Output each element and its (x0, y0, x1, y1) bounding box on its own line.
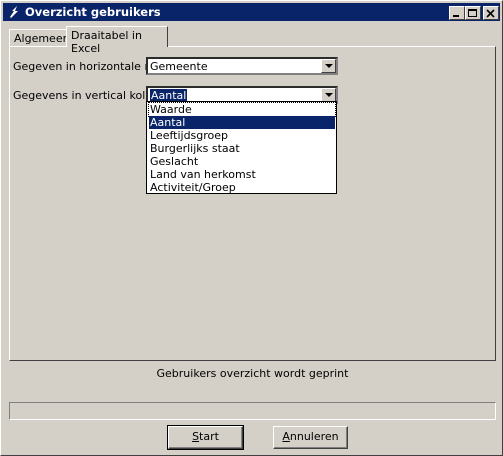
dropdown-option[interactable]: Geslacht (149, 155, 335, 168)
start-accelerator: S (192, 430, 200, 443)
maximize-icon (468, 9, 477, 17)
minimize-button[interactable] (449, 6, 465, 20)
chevron-down-icon[interactable] (321, 59, 336, 73)
dropdown-option[interactable]: Land van herkomst (149, 168, 335, 181)
horizontal-row-select[interactable]: Gemeente (146, 57, 338, 75)
cancel-label: nnuleren (289, 430, 339, 443)
tab-panel: Gegeven in horizontale rij: Gemeente Geg… (9, 46, 496, 361)
maximize-button[interactable] (465, 6, 481, 20)
horizontal-row-value: Gemeente (150, 60, 208, 73)
chevron-down-icon[interactable] (321, 88, 336, 102)
dropdown-option[interactable]: Leeftijdsgroep (149, 129, 335, 142)
close-icon (486, 9, 495, 18)
dialog-window: Overzicht gebruikers Algemeen Draaitabel… (0, 0, 503, 456)
vertical-column-dropdown-list[interactable]: Waarde Aantal Leeftijdsgroep Burgerlijks… (146, 101, 337, 194)
status-text: Gebruikers overzicht wordt geprint (156, 367, 349, 380)
vertical-column-label: Gegevens in vertical kolom: (13, 89, 167, 102)
cancel-accelerator: A (282, 430, 290, 443)
horizontal-row-label: Gegeven in horizontale rij: (13, 60, 159, 73)
tab-draaitabel-in-excel[interactable]: Draaitabel in Excel (66, 26, 168, 55)
tab-algemeen[interactable]: Algemeen (9, 29, 70, 47)
window-title: Overzicht gebruikers (25, 5, 161, 19)
start-button[interactable]: Start (167, 425, 244, 450)
app-icon (10, 6, 18, 18)
tab-label: Algemeen (14, 32, 70, 45)
close-button[interactable] (483, 6, 499, 20)
progress-bar (9, 402, 496, 420)
cancel-button[interactable]: Annuleren (273, 426, 348, 449)
dropdown-option[interactable]: Waarde (148, 102, 336, 117)
title-bar[interactable]: Overzicht gebruikers (3, 3, 500, 21)
start-label: tart (199, 430, 219, 443)
dropdown-option[interactable]: Activiteit/Groep (149, 181, 335, 194)
dropdown-option[interactable]: Burgerlijks staat (149, 142, 335, 155)
minimize-icon (453, 15, 459, 17)
dropdown-option[interactable]: Aantal (149, 116, 335, 129)
